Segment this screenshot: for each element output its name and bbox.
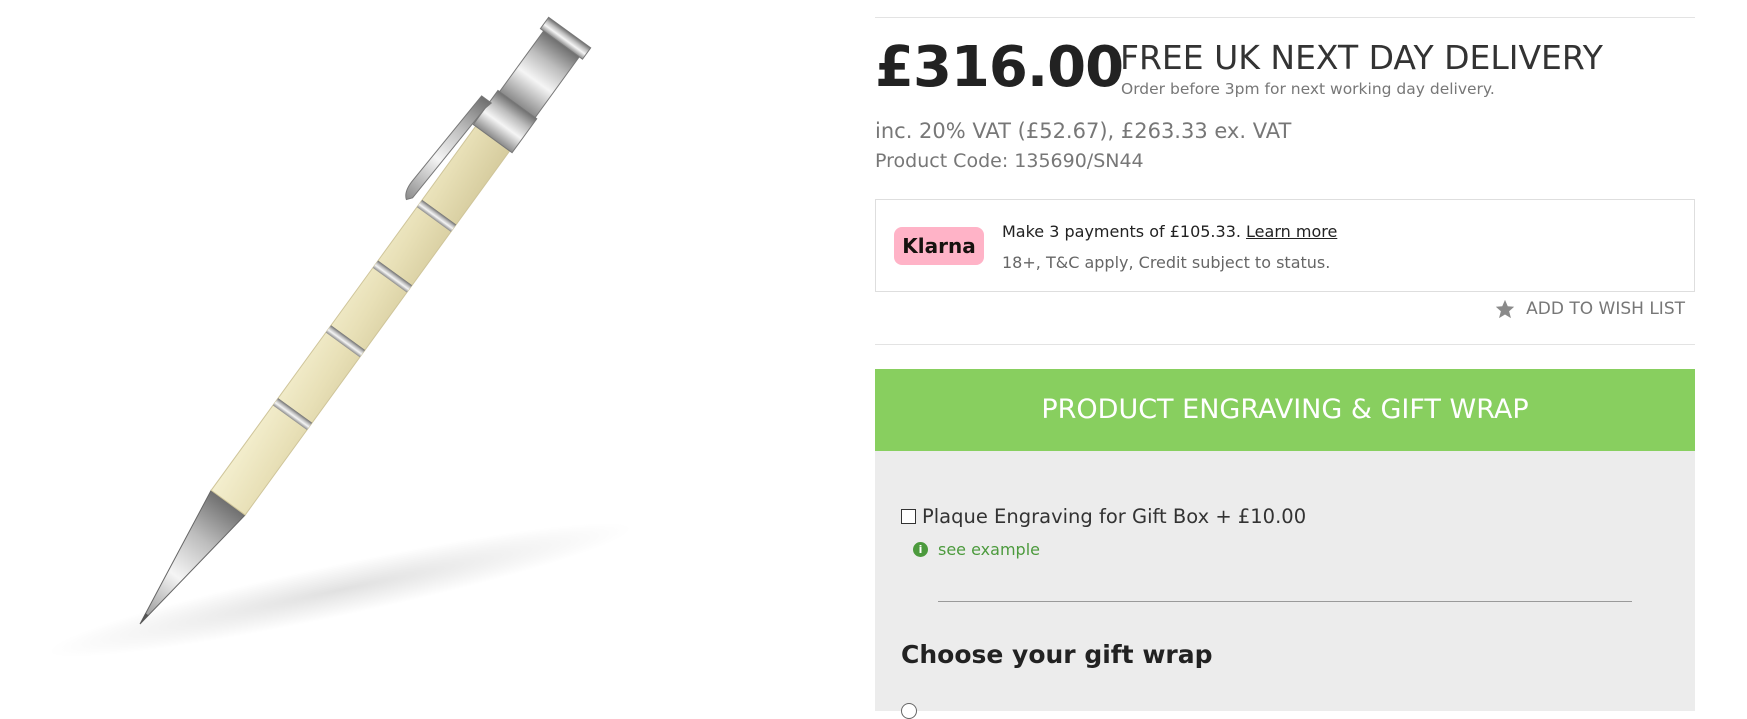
- plaque-engraving-checkbox[interactable]: [901, 509, 916, 524]
- product-info-panel: £316.00 FREE UK NEXT DAY DELIVERY Order …: [875, 0, 1695, 719]
- product-price: £316.00: [875, 35, 1124, 100]
- star-icon: [1495, 299, 1515, 319]
- klarna-learn-more-link[interactable]: Learn more: [1246, 222, 1337, 241]
- info-icon: i: [913, 542, 928, 557]
- divider: [875, 344, 1695, 345]
- pencil-illustration: [46, 16, 634, 658]
- klarna-payments-amount: Make 3 payments of £105.33.: [1002, 222, 1241, 241]
- divider: [938, 601, 1632, 602]
- engraving-panel: Plaque Engraving for Gift Box + £10.00 i…: [875, 451, 1695, 719]
- wishlist-label: ADD TO WISH LIST: [1526, 299, 1685, 319]
- gift-wrap-title: Choose your gift wrap: [901, 640, 1213, 669]
- klarna-payments-text: Make 3 payments of £105.33. Learn more: [1002, 222, 1337, 241]
- see-example-link[interactable]: i see example: [913, 540, 1040, 559]
- gift-wrap-radio[interactable]: [901, 703, 917, 719]
- engraving-section-header[interactable]: PRODUCT ENGRAVING & GIFT WRAP: [875, 369, 1695, 451]
- add-to-wishlist-button[interactable]: ADD TO WISH LIST: [1494, 298, 1685, 320]
- product-code: Product Code: 135690/SN44: [875, 150, 1144, 172]
- plaque-engraving-label: Plaque Engraving for Gift Box + £10.00: [922, 505, 1307, 528]
- delivery-note: Order before 3pm for next working day de…: [1121, 80, 1495, 98]
- vat-line: inc. 20% VAT (£52.67), £263.33 ex. VAT: [875, 119, 1292, 143]
- divider: [875, 17, 1695, 18]
- see-example-label: see example: [938, 540, 1040, 559]
- plaque-engraving-option[interactable]: Plaque Engraving for Gift Box + £10.00: [901, 505, 1306, 528]
- delivery-title: FREE UK NEXT DAY DELIVERY: [1120, 38, 1603, 77]
- product-image[interactable]: [0, 0, 870, 711]
- klarna-box: Klarna Make 3 payments of £105.33. Learn…: [875, 199, 1695, 292]
- klarna-terms: 18+, T&C apply, Credit subject to status…: [1002, 253, 1331, 272]
- klarna-logo: Klarna: [894, 227, 984, 265]
